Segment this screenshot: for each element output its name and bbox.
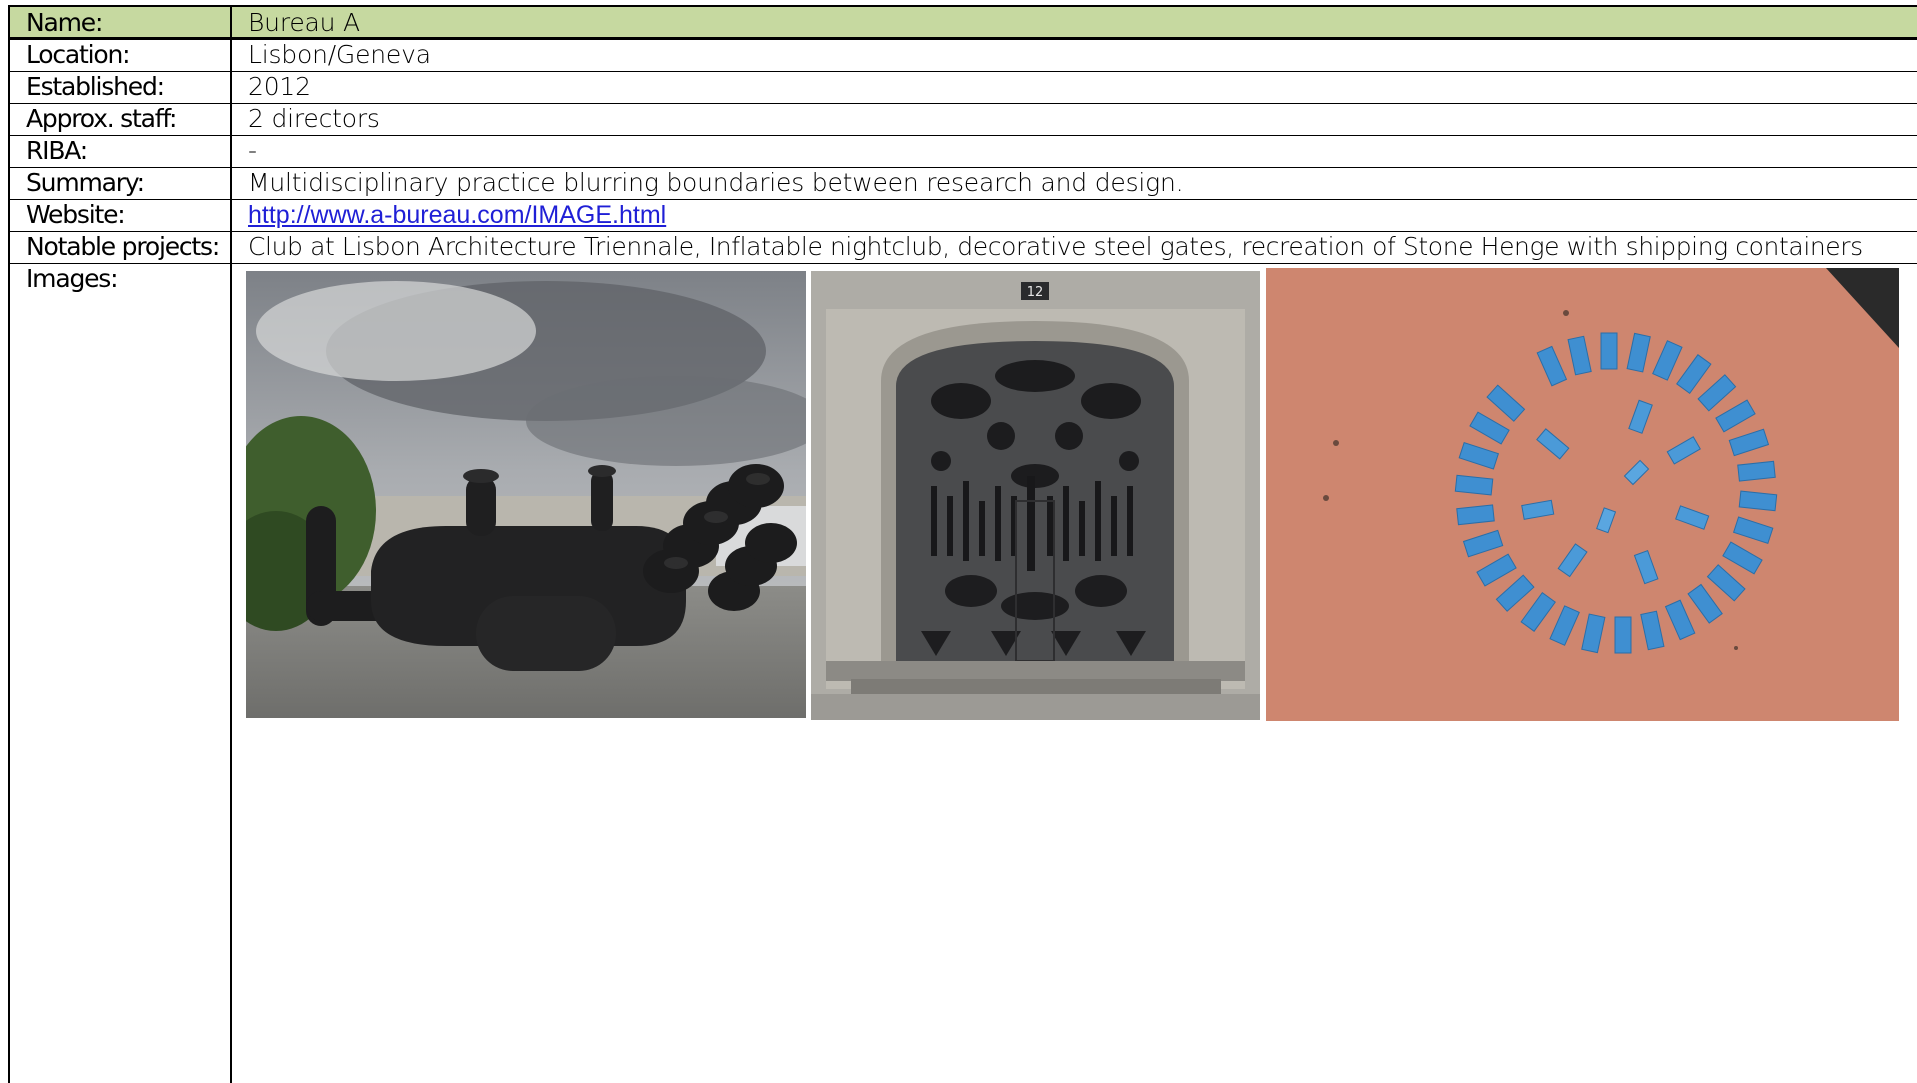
value-location: Lisbon/Geneva <box>248 40 431 69</box>
value-summary: Multidisciplinary practice blurring boun… <box>248 168 1184 197</box>
label-riba: RIBA: <box>10 136 232 167</box>
row-location: Location: Lisbon/Geneva <box>8 39 1917 71</box>
profile-table: Name: Bureau A Location: Lisbon/Geneva E… <box>8 5 1917 1083</box>
label-established: Established: <box>10 72 232 103</box>
row-name: Name: Bureau A <box>8 5 1917 39</box>
row-summary: Summary: Multidisciplinary practice blur… <box>8 167 1917 199</box>
label-name: Name: <box>10 7 232 37</box>
label-summary: Summary: <box>10 168 232 199</box>
door-number: 12 <box>1027 285 1044 300</box>
value-staff: 2 directors <box>248 104 380 133</box>
label-location: Location: <box>10 40 232 71</box>
label-staff: Approx. staff: <box>10 104 232 135</box>
gate-illustration: 12 <box>811 271 1260 720</box>
containers-illustration <box>1266 268 1899 721</box>
containers-photo <box>1266 268 1899 721</box>
row-projects: Notable projects: Club at Lisbon Archite… <box>8 231 1917 263</box>
label-projects: Notable projects: <box>10 232 232 263</box>
row-images: Images: 12 <box>8 263 1917 1083</box>
label-website: Website: <box>10 200 232 231</box>
row-website: Website: http://www.a-bureau.com/IMAGE.h… <box>8 199 1917 231</box>
value-name: Bureau A <box>248 8 360 37</box>
value-established: 2012 <box>248 72 311 101</box>
row-staff: Approx. staff: 2 directors <box>8 103 1917 135</box>
value-website: http://www.a-bureau.com/IMAGE.html <box>232 200 1917 231</box>
inflatable-photo <box>246 271 806 718</box>
website-link[interactable]: http://www.a-bureau.com/IMAGE.html <box>248 201 666 229</box>
row-established: Established: 2012 <box>8 71 1917 103</box>
gate-photo: 12 <box>811 271 1260 720</box>
inflatable-illustration <box>246 271 806 718</box>
label-images: Images: <box>10 264 232 1083</box>
value-projects: Club at Lisbon Architecture Triennale, I… <box>248 232 1863 261</box>
value-riba: - <box>248 136 257 165</box>
row-riba: RIBA: - <box>8 135 1917 167</box>
